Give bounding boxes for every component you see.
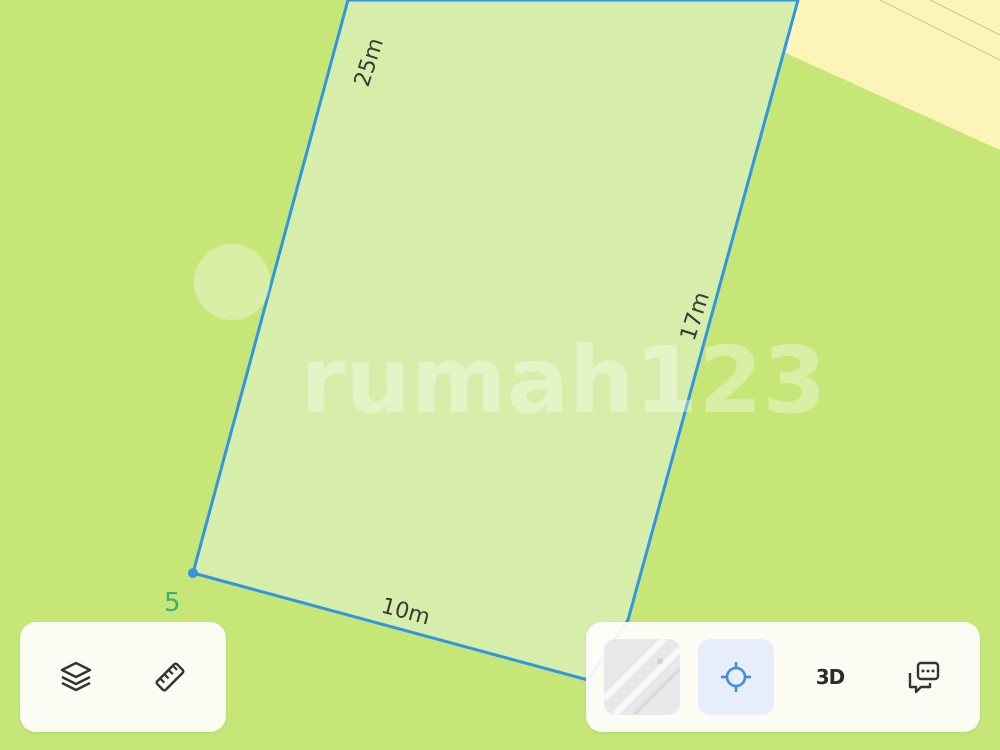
layers-icon	[56, 657, 96, 697]
locate-button[interactable]	[698, 639, 774, 715]
svg-text:rumah123: rumah123	[300, 327, 826, 434]
vertex-number-label: 5	[164, 588, 181, 618]
measure-button[interactable]	[132, 639, 208, 715]
street-view-button[interactable]	[886, 639, 962, 715]
map-tools-panel	[20, 622, 226, 732]
street-view-icon	[904, 657, 944, 697]
satellite-view-button[interactable]	[604, 639, 680, 715]
layers-button[interactable]	[38, 639, 114, 715]
vertex-point[interactable]	[188, 568, 198, 578]
map-view-panel: 3D	[586, 622, 980, 732]
crosshair-icon	[716, 657, 756, 697]
3d-view-button[interactable]: 3D	[792, 639, 868, 715]
ruler-icon	[150, 657, 190, 697]
satellite-thumbnail	[604, 639, 680, 715]
